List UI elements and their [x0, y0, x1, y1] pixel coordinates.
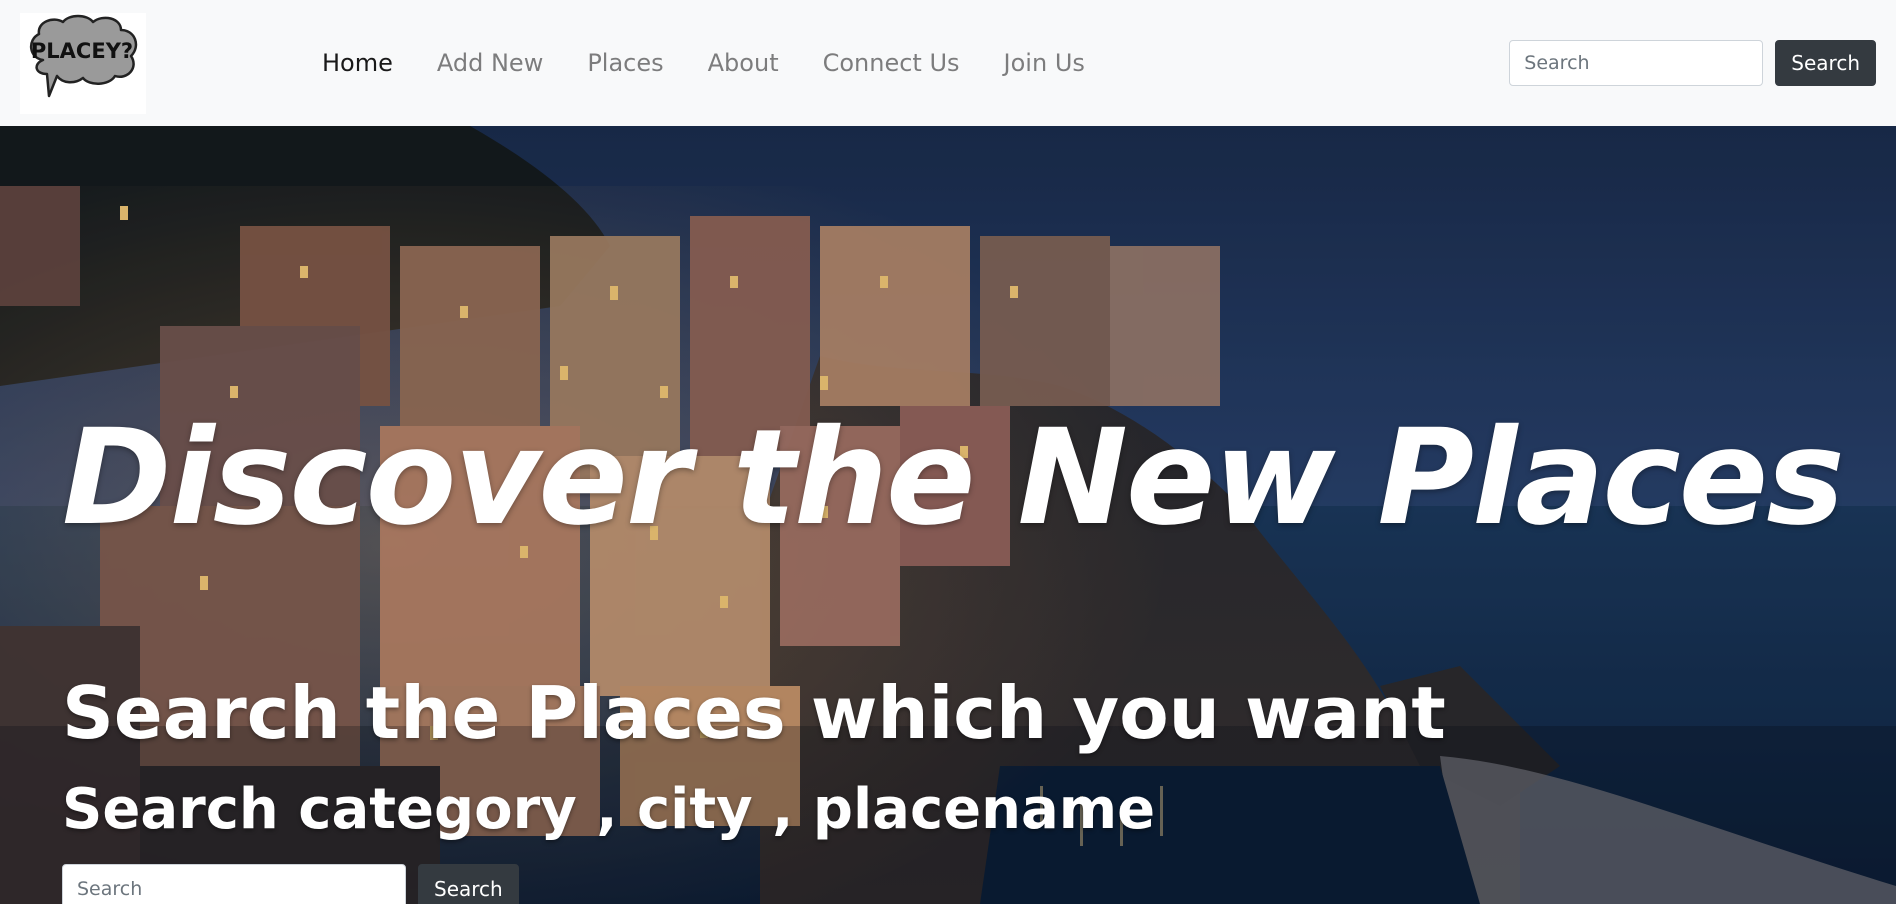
nav-links: Home Add New Places About Connect Us Joi…: [300, 49, 1107, 77]
hero-subtitle: Search the Places which you want: [62, 671, 1446, 755]
nav-link-add-new[interactable]: Add New: [415, 49, 565, 77]
nav-search-button[interactable]: Search: [1775, 40, 1876, 86]
hero-subtitle-secondary: Search category , city , placename: [62, 777, 1156, 842]
nav-link-places[interactable]: Places: [565, 49, 685, 77]
top-navbar: PLACEY? Home Add New Places About Connec…: [0, 0, 1896, 126]
nav-link-join-us[interactable]: Join Us: [982, 49, 1107, 77]
logo-text: PLACEY?: [31, 39, 133, 63]
speech-bubble-logo-icon: PLACEY?: [30, 14, 138, 98]
hero-title: Discover the New Places: [62, 401, 1845, 555]
hero-section: Discover the New Places Search the Place…: [0, 126, 1896, 904]
hero-search-form: Search: [62, 864, 519, 904]
hero-search-input[interactable]: [62, 864, 406, 904]
nav-link-about[interactable]: About: [686, 49, 801, 77]
nav-search-form: Search: [1509, 40, 1876, 86]
nav-link-connect-us[interactable]: Connect Us: [801, 49, 982, 77]
nav-search-input[interactable]: [1509, 40, 1764, 86]
hero-search-button[interactable]: Search: [418, 864, 519, 904]
nav-link-home[interactable]: Home: [300, 49, 415, 77]
site-logo[interactable]: PLACEY?: [20, 12, 146, 114]
